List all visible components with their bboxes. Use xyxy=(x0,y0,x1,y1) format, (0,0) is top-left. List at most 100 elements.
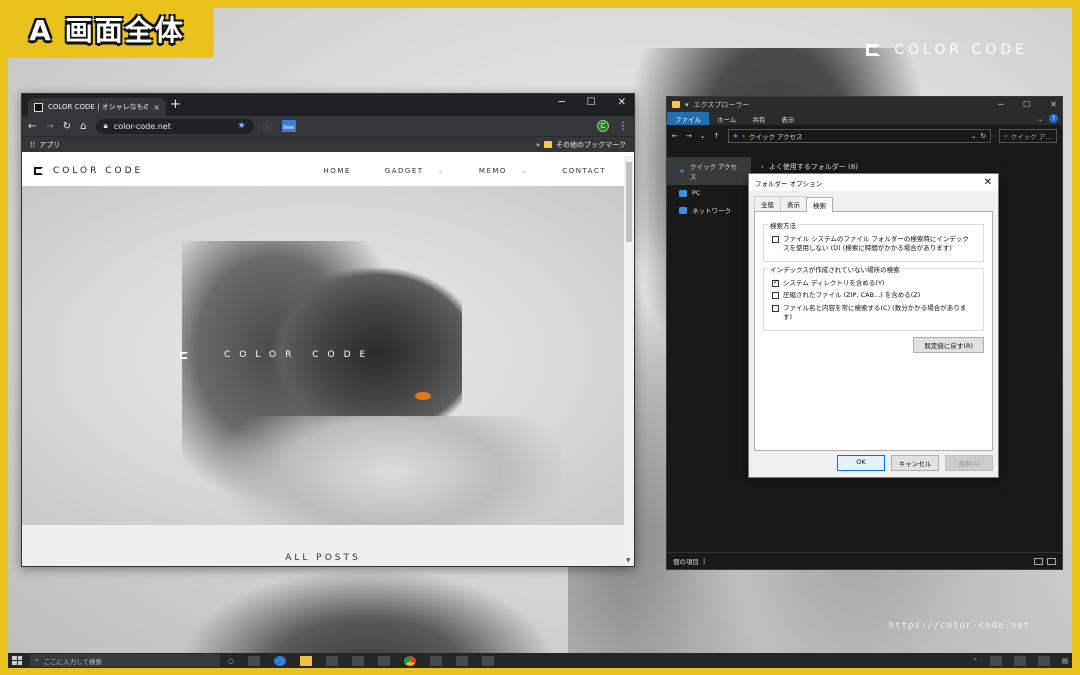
tab-close-button[interactable]: × xyxy=(153,103,160,112)
compressed-files-option[interactable]: 圧縮されたファイル (ZIP, CAB...) を含める(Z) xyxy=(772,291,975,300)
expand-ribbon-icon[interactable]: ⌄ xyxy=(1038,115,1043,123)
chevron-down-icon: ⌄ xyxy=(437,167,445,175)
edge-icon[interactable] xyxy=(273,655,286,666)
ribbon-tab-view[interactable]: 表示 xyxy=(773,112,802,125)
system-dirs-option[interactable]: システム ディレクトリを含める(Y) xyxy=(772,278,975,288)
cortana-icon[interactable]: ○ xyxy=(228,657,234,665)
info-icon[interactable]: ⓘ xyxy=(263,119,273,134)
nav-item-quick-access[interactable]: ★ クイック アクセス xyxy=(667,157,751,185)
minimize-button[interactable]: ─ xyxy=(559,97,565,108)
file-contents-option[interactable]: ファイル名と内容を常に検索する(C) (数分かかる場合があります) xyxy=(772,304,975,322)
new-tab-button[interactable]: + xyxy=(170,97,181,112)
restore-defaults-button[interactable]: 既定値に戻す(R) xyxy=(913,336,984,353)
recent-locations-icon[interactable]: ⌄ xyxy=(700,132,706,140)
ribbon-tab-file[interactable]: ファイル xyxy=(667,112,709,125)
bookmarks-overflow-icon[interactable]: » xyxy=(536,141,540,149)
tray-expand-icon[interactable]: ⌃ xyxy=(972,657,977,665)
explorer-address-row: ← → ⌄ ↑ ★ › クイック アクセス ⌄ ↻ ⌕ クイック ア... xyxy=(667,125,1062,147)
close-button[interactable]: ✕ xyxy=(618,97,626,108)
taskbar-app-icon[interactable] xyxy=(325,655,338,666)
maximize-button[interactable]: ☐ xyxy=(1023,100,1030,109)
ribbon-tab-share[interactable]: 共有 xyxy=(744,112,773,125)
site-nav: HOME GADGET ⌄ MEMO ⌄ CONTACT xyxy=(324,167,622,175)
scroll-down-icon[interactable]: ▼ xyxy=(626,557,631,564)
no-index-checkbox[interactable] xyxy=(772,236,779,243)
nav-item-pc[interactable]: PC xyxy=(667,185,751,201)
brand-logo-icon xyxy=(866,44,881,56)
dialog-close-button[interactable]: ✕ xyxy=(984,177,992,188)
taskbar-app-icon[interactable] xyxy=(429,655,442,666)
nav-item-network[interactable]: ネットワーク xyxy=(667,201,751,219)
new-extension-icon[interactable]: New xyxy=(281,120,296,132)
explorer-search-input[interactable]: ⌕ クイック ア... xyxy=(999,129,1057,143)
no-index-option[interactable]: ファイル システムのファイル フォルダーの検索時にインデックスを使用しない (D… xyxy=(772,235,975,253)
tray-icon[interactable] xyxy=(1037,655,1050,666)
explorer-address-bar[interactable]: ★ › クイック アクセス ⌄ ↻ xyxy=(727,129,991,143)
apply-button[interactable]: 適用(A) xyxy=(945,455,993,471)
file-explorer-icon[interactable] xyxy=(299,655,312,666)
details-view-icon[interactable] xyxy=(1034,557,1043,565)
home-icon[interactable]: ⌂ xyxy=(80,121,86,132)
back-icon[interactable]: ← xyxy=(28,121,36,132)
close-button[interactable]: ✕ xyxy=(1050,100,1057,109)
large-icons-view-icon[interactable] xyxy=(1047,557,1056,565)
other-bookmarks[interactable]: その他のブックマーク xyxy=(544,140,626,150)
taskbar-search-input[interactable]: ⌕ ここに入力して検索 xyxy=(30,654,220,667)
cancel-button[interactable]: キャンセル xyxy=(891,455,939,471)
taskbar-app-icon[interactable] xyxy=(351,655,364,666)
system-dirs-label: システム ディレクトリを含める(Y) xyxy=(783,278,885,287)
compressed-files-checkbox[interactable] xyxy=(772,292,779,300)
lock-icon: 🔒︎ xyxy=(103,121,108,130)
address-url: color-code.net xyxy=(113,121,171,131)
menu-icon[interactable]: ⋮ xyxy=(618,121,628,132)
file-contents-checkbox[interactable] xyxy=(772,305,779,313)
taskbar-app-icon[interactable] xyxy=(455,655,468,666)
quick-access-toolbar-icon[interactable]: ▾ xyxy=(685,101,689,109)
profile-avatar[interactable]: C xyxy=(597,120,609,132)
tab-view[interactable]: 表示 xyxy=(780,196,807,211)
taskbar-apps: ○ xyxy=(228,655,494,666)
task-view-icon[interactable] xyxy=(247,655,260,666)
non-indexed-group: インデックスが作成されていない場所の検索 システム ディレクトリを含める(Y) … xyxy=(763,263,984,331)
taskbar-app-icon[interactable] xyxy=(481,655,494,666)
page-scrollbar[interactable]: ▼ xyxy=(624,156,634,566)
system-dirs-checkbox[interactable] xyxy=(772,278,779,287)
address-dropdown-icon[interactable]: ⌄ xyxy=(971,132,976,140)
browser-tab[interactable]: COLOR CODE | オシャレなもの好きな × xyxy=(28,98,166,116)
chrome-icon[interactable] xyxy=(403,655,416,666)
background-url: https://color-code.net xyxy=(888,621,1030,631)
hero-brand-text: COLOR CODE xyxy=(224,350,375,360)
back-icon[interactable]: ← xyxy=(672,132,678,140)
nav-gadget[interactable]: GADGET ⌄ xyxy=(385,167,445,175)
reload-icon[interactable]: ↻ xyxy=(63,121,71,132)
up-icon[interactable]: ↑ xyxy=(714,132,720,140)
nav-contact[interactable]: CONTACT xyxy=(562,167,606,175)
ribbon-tab-home[interactable]: ホーム xyxy=(709,112,744,125)
bookmark-star-icon[interactable]: ★ xyxy=(237,121,245,131)
scrollbar-thumb[interactable] xyxy=(626,162,632,242)
forward-icon[interactable]: → xyxy=(686,132,692,140)
tray-icon[interactable] xyxy=(989,655,1002,666)
address-bar[interactable]: 🔒︎ color-code.net ★ xyxy=(95,118,254,134)
nav-home[interactable]: HOME xyxy=(324,167,351,175)
browser-tab-title: COLOR CODE | オシャレなもの好きな xyxy=(48,103,149,111)
notification-icon[interactable]: ▤ xyxy=(1062,657,1068,665)
maximize-button[interactable]: ☐ xyxy=(587,97,596,108)
taskbar-app-icon[interactable] xyxy=(377,655,390,666)
tray-icon[interactable] xyxy=(1013,655,1026,666)
start-button[interactable] xyxy=(12,656,22,665)
help-icon[interactable]: ? xyxy=(1049,114,1058,123)
explorer-nav-pane: ★ クイック アクセス PC ネットワーク xyxy=(667,157,751,552)
site-logo[interactable]: COLOR CODE xyxy=(34,166,143,176)
site-logo-icon xyxy=(34,167,43,175)
forward-icon[interactable]: → xyxy=(45,121,53,132)
search-method-title: 検索方法 xyxy=(768,220,798,230)
nav-memo[interactable]: MEMO ⌄ xyxy=(479,167,528,175)
bookmark-apps[interactable]: アプリ xyxy=(39,140,60,150)
tab-search[interactable]: 検索 xyxy=(806,197,833,212)
refresh-icon[interactable]: ↻ xyxy=(981,132,986,140)
explorer-ribbon: ファイル ホーム 共有 表示 ⌄ ? xyxy=(667,112,1062,125)
tab-general[interactable]: 全般 xyxy=(754,196,781,211)
minimize-button[interactable]: ─ xyxy=(998,100,1003,109)
ok-button[interactable]: OK xyxy=(837,455,885,471)
